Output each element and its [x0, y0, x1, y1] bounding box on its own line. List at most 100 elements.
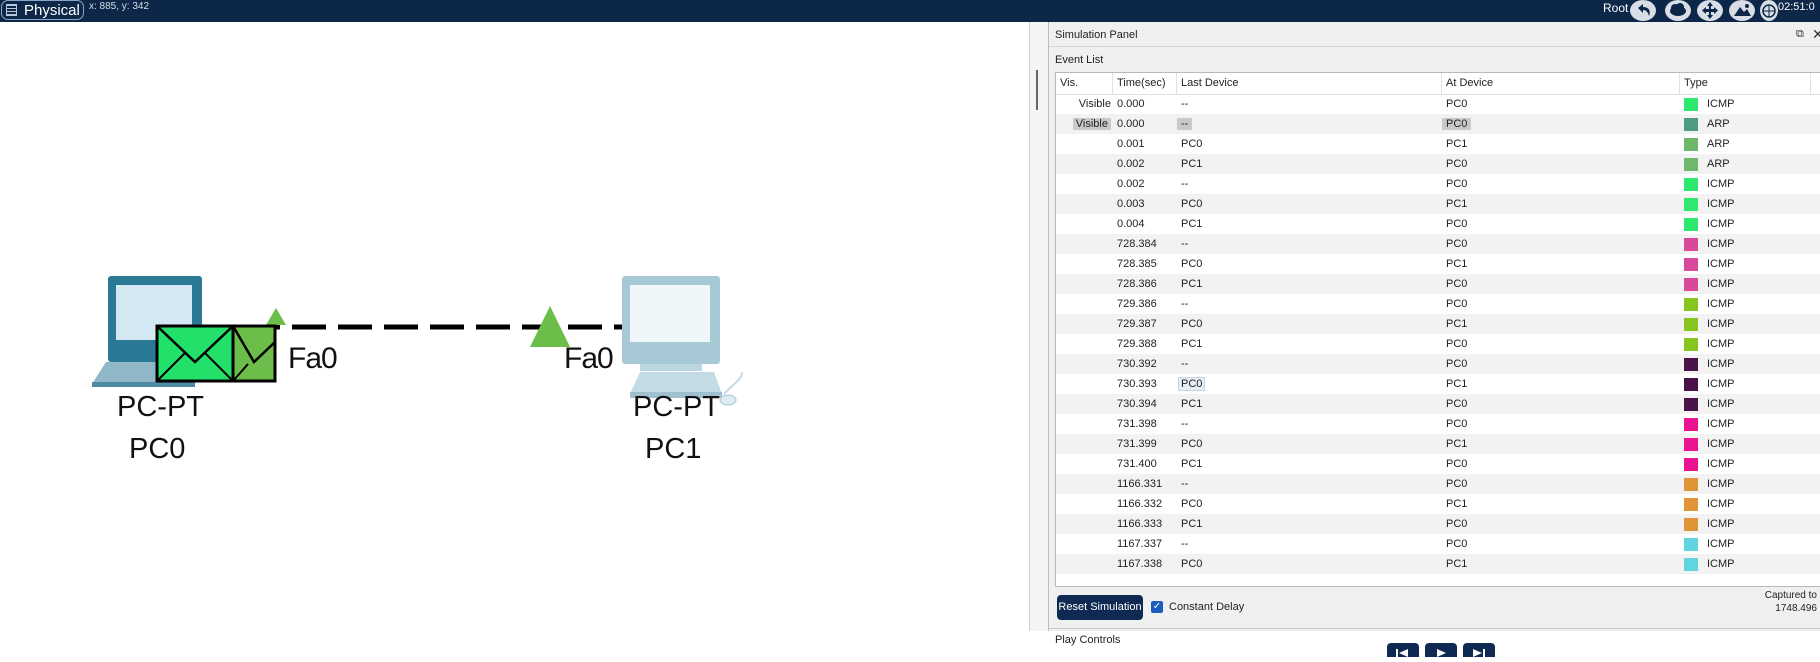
event-row[interactable]: 0.002 PC1 PC0 ARP	[1056, 154, 1820, 174]
event-row[interactable]: 731.399 PC0 PC1 ICMP	[1056, 434, 1820, 454]
event-time: 0.001	[1117, 138, 1145, 150]
event-color-swatch[interactable]	[1684, 118, 1698, 131]
event-color-swatch[interactable]	[1684, 358, 1698, 371]
event-color-swatch[interactable]	[1684, 138, 1698, 151]
list-icon	[6, 4, 17, 16]
event-time: 731.399	[1117, 438, 1157, 450]
logical-workspace[interactable]: Fa0 Fa0 PC-PT PC0 PC-PT PC1	[0, 22, 1029, 631]
divider	[1049, 46, 1820, 47]
event-row[interactable]: 1167.337 -- PC0 ICMP	[1056, 534, 1820, 554]
landscape-icon[interactable]	[1729, 0, 1755, 21]
event-type: ICMP	[1707, 298, 1735, 310]
event-color-swatch[interactable]	[1684, 558, 1698, 571]
event-color-swatch[interactable]	[1684, 538, 1698, 551]
event-row[interactable]: 0.001 PC0 PC1 ARP	[1056, 134, 1820, 154]
event-row[interactable]: 728.384 -- PC0 ICMP	[1056, 234, 1820, 254]
event-row[interactable]: 730.392 -- PC0 ICMP	[1056, 354, 1820, 374]
event-vis	[1056, 174, 1114, 194]
event-color-swatch[interactable]	[1684, 438, 1698, 451]
event-color-swatch[interactable]	[1684, 178, 1698, 191]
restore-icon[interactable]: ⧉	[1796, 29, 1807, 40]
event-at-device: PC0	[1446, 418, 1468, 430]
event-type: ICMP	[1707, 478, 1735, 490]
constant-delay-checkbox[interactable]: ✓	[1151, 601, 1163, 613]
move-icon[interactable]	[1697, 0, 1723, 21]
event-row[interactable]: 728.385 PC0 PC1 ICMP	[1056, 254, 1820, 274]
event-row[interactable]: Visible 0.000 -- PC0 ARP	[1056, 114, 1820, 134]
event-last-device: PC1	[1181, 338, 1203, 350]
event-color-swatch[interactable]	[1684, 158, 1698, 171]
event-row[interactable]: 728.386 PC1 PC0 ICMP	[1056, 274, 1820, 294]
play-icon[interactable]	[1425, 643, 1457, 657]
event-type: ICMP	[1707, 98, 1735, 110]
back-icon[interactable]	[1387, 643, 1419, 657]
workspace-scrollbar[interactable]	[1036, 70, 1038, 110]
event-row[interactable]: 729.387 PC0 PC1 ICMP	[1056, 314, 1820, 334]
root-label: Root	[1603, 1, 1629, 15]
event-row[interactable]: 730.393 PC0 PC1 ICMP	[1056, 374, 1820, 394]
event-row[interactable]: 0.002 -- PC0 ICMP	[1056, 174, 1820, 194]
event-color-swatch[interactable]	[1684, 478, 1698, 491]
event-color-swatch[interactable]	[1684, 458, 1698, 471]
event-color-swatch[interactable]	[1684, 278, 1698, 291]
constant-delay-label: Constant Delay	[1169, 601, 1245, 613]
event-color-swatch[interactable]	[1684, 218, 1698, 231]
event-type: ICMP	[1707, 258, 1735, 270]
workspace-divider[interactable]	[1029, 22, 1049, 631]
event-color-swatch[interactable]	[1684, 378, 1698, 391]
undo-icon[interactable]	[1630, 0, 1656, 21]
physical-mode-button[interactable]: Physical	[1, 0, 84, 20]
event-color-swatch[interactable]	[1684, 318, 1698, 331]
event-last-device: --	[1181, 98, 1189, 110]
column-header-at-device[interactable]: At Device	[1442, 73, 1680, 94]
event-type: ICMP	[1707, 318, 1735, 330]
event-color-swatch[interactable]	[1684, 398, 1698, 411]
event-row[interactable]: 1166.332 PC0 PC1 ICMP	[1056, 494, 1820, 514]
event-at-device: PC0	[1446, 298, 1468, 310]
cloud-icon[interactable]	[1665, 0, 1691, 21]
event-row[interactable]: 0.003 PC0 PC1 ICMP	[1056, 194, 1820, 214]
column-header-vis[interactable]: Vis.	[1056, 73, 1113, 94]
event-time: 730.393	[1117, 378, 1157, 390]
reset-simulation-button[interactable]: Reset Simulation	[1057, 595, 1143, 620]
globe-icon[interactable]	[1760, 0, 1778, 21]
event-vis	[1056, 514, 1114, 534]
event-color-swatch[interactable]	[1684, 518, 1698, 531]
event-row[interactable]: 731.398 -- PC0 ICMP	[1056, 414, 1820, 434]
event-row[interactable]: 1166.331 -- PC0 ICMP	[1056, 474, 1820, 494]
column-header-type[interactable]: Type	[1680, 73, 1811, 94]
forward-icon[interactable]	[1463, 643, 1495, 657]
event-time: 0.003	[1117, 198, 1145, 210]
event-row[interactable]: 729.386 -- PC0 ICMP	[1056, 294, 1820, 314]
event-last-device: PC0	[1181, 258, 1203, 270]
event-color-swatch[interactable]	[1684, 418, 1698, 431]
event-row[interactable]: Visible 0.000 -- PC0 ICMP	[1056, 94, 1820, 114]
event-color-swatch[interactable]	[1684, 498, 1698, 511]
link-status-arrow-pc0	[266, 308, 286, 325]
column-header-time[interactable]: Time(sec)	[1113, 73, 1177, 94]
event-row[interactable]: 0.004 PC1 PC0 ICMP	[1056, 214, 1820, 234]
event-vis	[1056, 314, 1114, 334]
event-at-device: PC0	[1446, 178, 1468, 190]
event-time: 731.400	[1117, 458, 1157, 470]
event-last-device: PC0	[1181, 438, 1203, 450]
event-row[interactable]: 729.388 PC1 PC0 ICMP	[1056, 334, 1820, 354]
event-color-swatch[interactable]	[1684, 238, 1698, 251]
column-header-last-device[interactable]: Last Device	[1177, 73, 1442, 94]
event-type: ICMP	[1707, 338, 1735, 350]
pc1-name-label: PC1	[645, 433, 702, 465]
event-vis	[1056, 554, 1114, 574]
event-color-swatch[interactable]	[1684, 298, 1698, 311]
event-type: ICMP	[1707, 538, 1735, 550]
event-color-swatch[interactable]	[1684, 198, 1698, 211]
event-row[interactable]: 1166.333 PC1 PC0 ICMP	[1056, 514, 1820, 534]
event-row[interactable]: 730.394 PC1 PC0 ICMP	[1056, 394, 1820, 414]
event-color-swatch[interactable]	[1684, 258, 1698, 271]
event-list-table[interactable]: Vis. Time(sec) Last Device At Device Typ…	[1055, 72, 1820, 587]
event-color-swatch[interactable]	[1684, 98, 1698, 111]
event-last-device: PC1	[1181, 218, 1203, 230]
event-row[interactable]: 1167.338 PC0 PC1 ICMP	[1056, 554, 1820, 574]
close-icon[interactable]: ✕	[1812, 26, 1820, 43]
event-row[interactable]: 731.400 PC1 PC0 ICMP	[1056, 454, 1820, 474]
event-color-swatch[interactable]	[1684, 338, 1698, 351]
